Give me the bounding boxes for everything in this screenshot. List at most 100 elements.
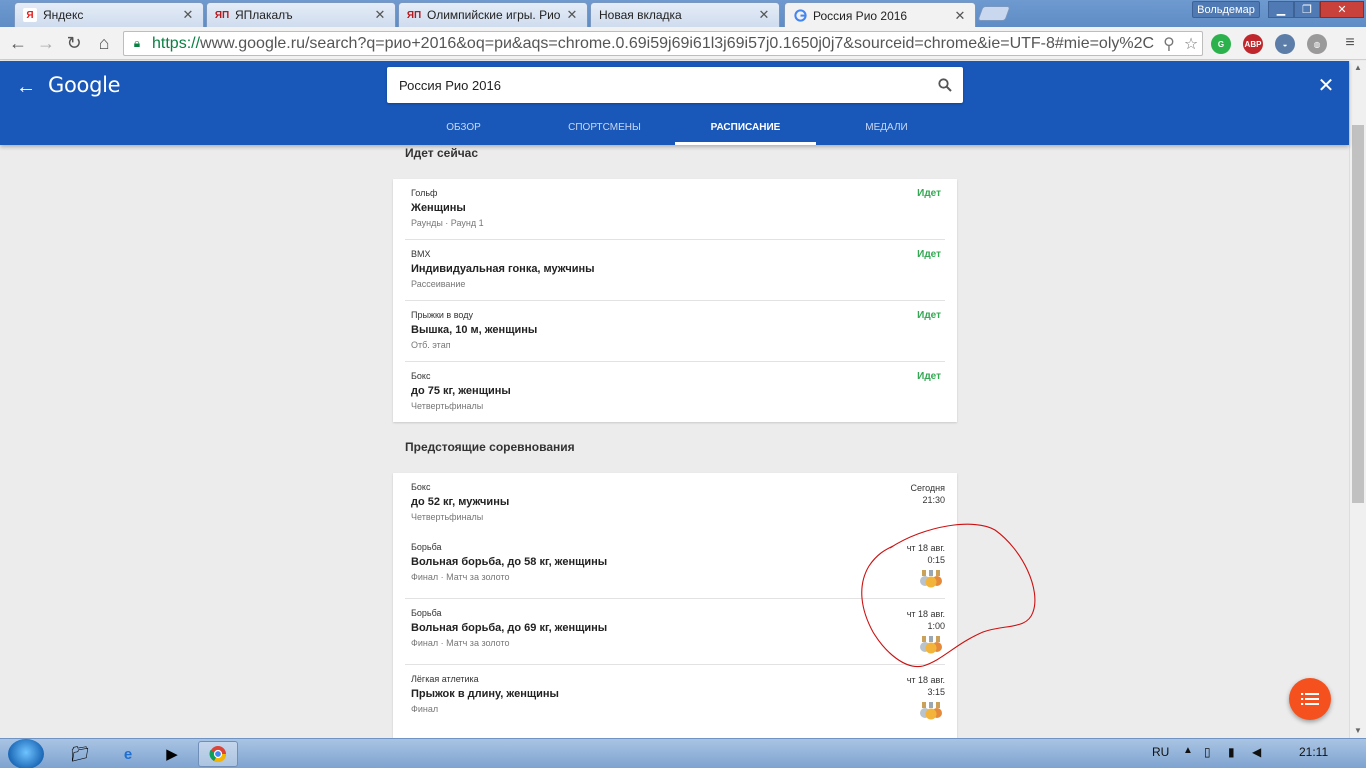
- browser-tabstrip: Я Яндекс ✕ ЯП ЯПлакалъ ✕ ЯП Олимпийские …: [0, 0, 1366, 28]
- event-row[interactable]: Бокс до 52 кг, мужчины Четвертьфиналы Се…: [405, 473, 945, 533]
- yaplakal-icon: ЯП: [406, 9, 422, 21]
- event-row[interactable]: Бокс до 75 кг, женщины Четвертьфиналы Ид…: [405, 362, 945, 423]
- event-row[interactable]: Прыжки в воду Вышка, 10 м, женщины Отб. …: [405, 301, 945, 362]
- address-bar[interactable]: 🔒︎ https://www.google.ru/search?q=рио+20…: [123, 31, 1203, 56]
- url-text[interactable]: https://www.google.ru/search?q=рио+2016&…: [152, 35, 1158, 53]
- event-sport: Гольф: [411, 188, 438, 198]
- windows-taskbar: 📁︎ e ▶ RU ▲ ▯ ▮ ◀︎ 21:11: [0, 738, 1366, 768]
- event-stage: Рассеивание: [411, 279, 466, 289]
- event-name: Женщины: [411, 202, 466, 214]
- close-icon[interactable]: ✕: [953, 8, 967, 24]
- list-view-fab-button[interactable]: [1289, 678, 1331, 720]
- grammarly-extension-icon[interactable]: G: [1211, 34, 1231, 54]
- volume-tray-icon[interactable]: ◀︎: [1252, 745, 1261, 759]
- browser-tab-yandex[interactable]: Я Яндекс ✕: [14, 2, 204, 27]
- media-player-taskbar-icon[interactable]: ▶: [152, 741, 192, 767]
- event-row[interactable]: Гольф Женщины Раунды · Раунд 1 Идет: [405, 179, 945, 240]
- google-icon: [793, 9, 807, 23]
- google-header: ← Google Россия Рио 2016 ✕ ОБЗОР СПОРТСМ…: [0, 61, 1349, 145]
- event-stage: Раунды · Раунд 1: [411, 218, 484, 228]
- network-tray-icon[interactable]: ▯: [1204, 745, 1211, 759]
- event-name: Вышка, 10 м, женщины: [411, 324, 538, 336]
- medal-icon: [920, 636, 942, 654]
- event-sport: Лёгкая атлетика: [411, 674, 479, 684]
- browser-tab-olympics[interactable]: ЯП Олимпийские игры. Рио ✕: [398, 2, 588, 27]
- language-indicator[interactable]: RU: [1152, 745, 1169, 759]
- clock[interactable]: 21:11: [1299, 745, 1328, 759]
- event-name: до 75 кг, женщины: [411, 385, 511, 397]
- event-row[interactable]: Борьба Вольная борьба, до 69 кг, женщины…: [405, 599, 945, 665]
- tray-expand-icon[interactable]: ▲: [1183, 745, 1193, 756]
- close-icon[interactable]: ✕: [1314, 73, 1338, 97]
- back-arrow-icon[interactable]: ←: [6, 32, 30, 54]
- new-tab-button[interactable]: [977, 6, 1011, 21]
- close-icon[interactable]: ✕: [373, 7, 387, 23]
- start-button[interactable]: [8, 739, 44, 768]
- schedule-content: Идет сейчас Гольф Женщины Раунды · Раунд…: [0, 145, 1349, 738]
- window-close-button[interactable]: ✕: [1320, 1, 1364, 18]
- signal-tray-icon[interactable]: ▮: [1228, 745, 1235, 759]
- url-path: www.google.ru/search?q=рио+2016&oq=ри&aq…: [200, 34, 1155, 52]
- search-input[interactable]: Россия Рио 2016: [387, 78, 927, 93]
- profile-button[interactable]: Вольдемар: [1192, 1, 1260, 18]
- event-time: 0:15: [927, 555, 945, 565]
- search-icon[interactable]: [927, 67, 963, 103]
- search-icon[interactable]: ⚲: [1158, 34, 1180, 54]
- event-name: Индивидуальная гонка, мужчины: [411, 263, 595, 275]
- home-icon[interactable]: ⌂: [92, 32, 116, 54]
- list-icon: [1301, 693, 1319, 705]
- browser-tab-title: Россия Рио 2016: [813, 8, 908, 23]
- restore-button[interactable]: ❐: [1294, 1, 1320, 18]
- tab-overview[interactable]: ОБЗОР: [393, 117, 534, 145]
- tab-medals[interactable]: МЕДАЛИ: [816, 117, 957, 145]
- menu-icon[interactable]: ≡: [1338, 32, 1362, 54]
- search-box[interactable]: Россия Рио 2016: [387, 67, 963, 103]
- close-icon[interactable]: ✕: [181, 7, 195, 23]
- event-date: чт 18 авг.: [906, 675, 945, 685]
- event-stage: Четвертьфиналы: [411, 401, 484, 411]
- section-title-now: Идет сейчас: [405, 146, 479, 160]
- bookmark-star-icon[interactable]: ☆: [1180, 34, 1202, 54]
- close-icon[interactable]: ✕: [565, 7, 579, 23]
- yaplakal-icon: ЯП: [214, 9, 230, 21]
- tab-schedule[interactable]: РАСПИСАНИЕ: [675, 117, 816, 145]
- now-events-card: Гольф Женщины Раунды · Раунд 1 Идет BMX …: [393, 179, 957, 422]
- event-row[interactable]: BMX Индивидуальная гонка, мужчины Рассеи…: [405, 240, 945, 301]
- event-sport: Борьба: [411, 542, 442, 552]
- event-datetime: чт 18 авг. 1:00: [907, 608, 945, 632]
- tab-athletes[interactable]: СПОРТСМЕНЫ: [534, 117, 675, 145]
- event-date: чт 18 авг.: [906, 543, 945, 553]
- event-sport: Бокс: [411, 482, 431, 492]
- adblock-extension-icon[interactable]: ABP: [1243, 34, 1263, 54]
- extension-icon[interactable]: ◒: [1275, 34, 1295, 54]
- back-arrow-icon[interactable]: ←: [14, 75, 38, 99]
- event-time: 3:15: [927, 687, 945, 697]
- browser-tab-title: ЯПлакалъ: [235, 8, 293, 22]
- scroll-up-arrow-icon[interactable]: ▲: [1350, 61, 1366, 75]
- section-title-upcoming: Предстоящие соревнования: [405, 440, 575, 454]
- event-row[interactable]: Борьба Вольная борьба, до 58 кг, женщины…: [405, 533, 945, 599]
- globe-extension-icon[interactable]: ◍: [1307, 34, 1327, 54]
- minimize-button[interactable]: ▁: [1268, 1, 1294, 18]
- forward-arrow-icon[interactable]: →: [34, 32, 58, 54]
- medal-icon: [920, 570, 942, 588]
- event-stage: Финал · Матч за золото: [411, 638, 510, 648]
- scroll-down-arrow-icon[interactable]: ▼: [1350, 724, 1366, 738]
- page-scrollbar[interactable]: ▲ ▼: [1349, 61, 1366, 738]
- browser-tab-yaplakal[interactable]: ЯП ЯПлакалъ ✕: [206, 2, 396, 27]
- reload-icon[interactable]: ↻: [62, 32, 86, 54]
- browser-tab-active[interactable]: Россия Рио 2016 ✕: [784, 2, 976, 28]
- scrollbar-thumb[interactable]: [1352, 125, 1364, 503]
- google-logo[interactable]: Google: [48, 73, 121, 97]
- event-datetime: чт 18 авг. 3:15: [907, 674, 945, 698]
- close-icon[interactable]: ✕: [757, 7, 771, 23]
- explorer-taskbar-icon[interactable]: 📁︎: [60, 741, 100, 767]
- event-datetime: чт 18 авг. 0:15: [907, 542, 945, 566]
- event-name: Вольная борьба, до 58 кг, женщины: [411, 556, 608, 568]
- event-datetime: Сегодня 21:30: [911, 482, 946, 506]
- chrome-taskbar-icon[interactable]: [198, 741, 238, 767]
- browser-tab-newtab[interactable]: Новая вкладка ✕: [590, 2, 780, 27]
- ie-taskbar-icon[interactable]: e: [108, 741, 148, 767]
- event-row[interactable]: Лёгкая атлетика Прыжок в длину, женщины …: [405, 665, 945, 731]
- live-status-badge: Идет: [917, 371, 941, 382]
